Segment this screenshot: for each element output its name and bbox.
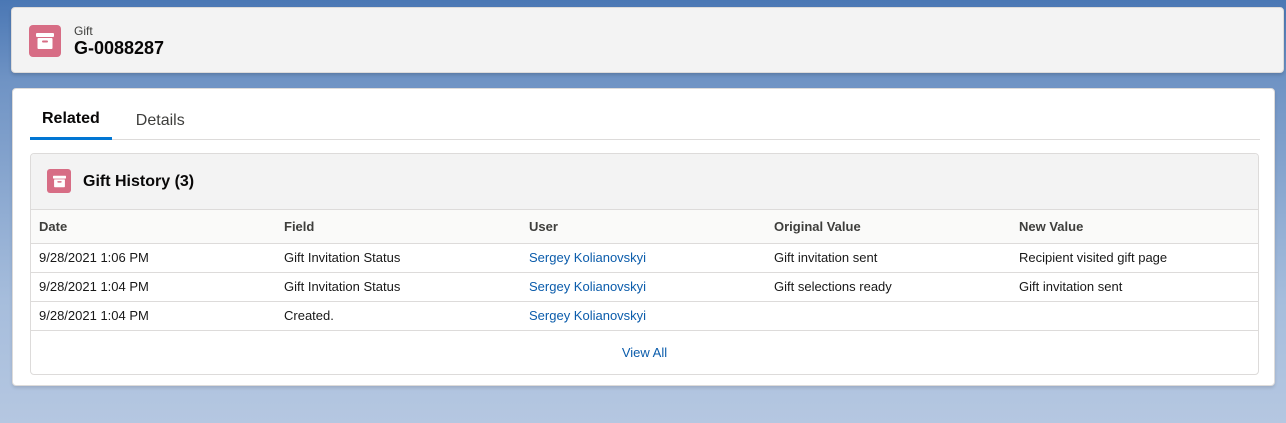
related-list-footer: View All: [31, 331, 1258, 374]
related-list-header: Gift History (3): [31, 154, 1258, 210]
column-header-date: Date: [31, 210, 276, 244]
history-table: Date Field User Original Value New Value…: [31, 210, 1258, 331]
tab-bar: Related Details: [30, 101, 1260, 140]
tab-related[interactable]: Related: [30, 101, 112, 140]
cell-field: Gift Invitation Status: [276, 243, 521, 273]
record-title: G-0088287: [74, 38, 165, 58]
user-link[interactable]: Sergey Kolianovskyi: [529, 308, 646, 323]
cell-new-value: [1011, 301, 1258, 331]
archive-box-icon: [29, 25, 61, 57]
cell-date: 9/28/2021 1:04 PM: [31, 301, 276, 331]
cell-user: Sergey Kolianovskyi: [521, 272, 766, 302]
user-link[interactable]: Sergey Kolianovskyi: [529, 279, 646, 294]
cell-original-value: Gift invitation sent: [766, 243, 1011, 273]
table-row: 9/28/2021 1:04 PM Gift Invitation Status…: [31, 272, 1258, 302]
related-list-title[interactable]: Gift History (3): [83, 173, 194, 191]
column-header-user: User: [521, 210, 766, 244]
cell-original-value: Gift selections ready: [766, 272, 1011, 302]
tab-details[interactable]: Details: [124, 101, 197, 140]
view-all-link[interactable]: View All: [622, 345, 667, 360]
column-header-new-value: New Value: [1011, 210, 1258, 244]
table-header-row: Date Field User Original Value New Value: [31, 210, 1258, 244]
column-header-original-value: Original Value: [766, 210, 1011, 244]
cell-field: Created.: [276, 301, 521, 331]
cell-original-value: [766, 301, 1011, 331]
table-row: 9/28/2021 1:06 PM Gift Invitation Status…: [31, 243, 1258, 273]
table-row: 9/28/2021 1:04 PM Created. Sergey Kolian…: [31, 301, 1258, 331]
record-header: Gift G-0088287: [11, 7, 1284, 73]
cell-new-value: Recipient visited gift page: [1011, 243, 1258, 273]
cell-new-value: Gift invitation sent: [1011, 272, 1258, 302]
cell-date: 9/28/2021 1:04 PM: [31, 272, 276, 302]
cell-user: Sergey Kolianovskyi: [521, 243, 766, 273]
archive-box-icon: [47, 169, 71, 193]
user-link[interactable]: Sergey Kolianovskyi: [529, 250, 646, 265]
cell-user: Sergey Kolianovskyi: [521, 301, 766, 331]
gift-history-related-list: Gift History (3) Date Field User Origina…: [30, 153, 1259, 375]
cell-date: 9/28/2021 1:06 PM: [31, 243, 276, 273]
record-body: Related Details Gift History (3) Date Fi…: [12, 88, 1275, 386]
record-type-label: Gift: [74, 24, 93, 38]
column-header-field: Field: [276, 210, 521, 244]
cell-field: Gift Invitation Status: [276, 272, 521, 302]
